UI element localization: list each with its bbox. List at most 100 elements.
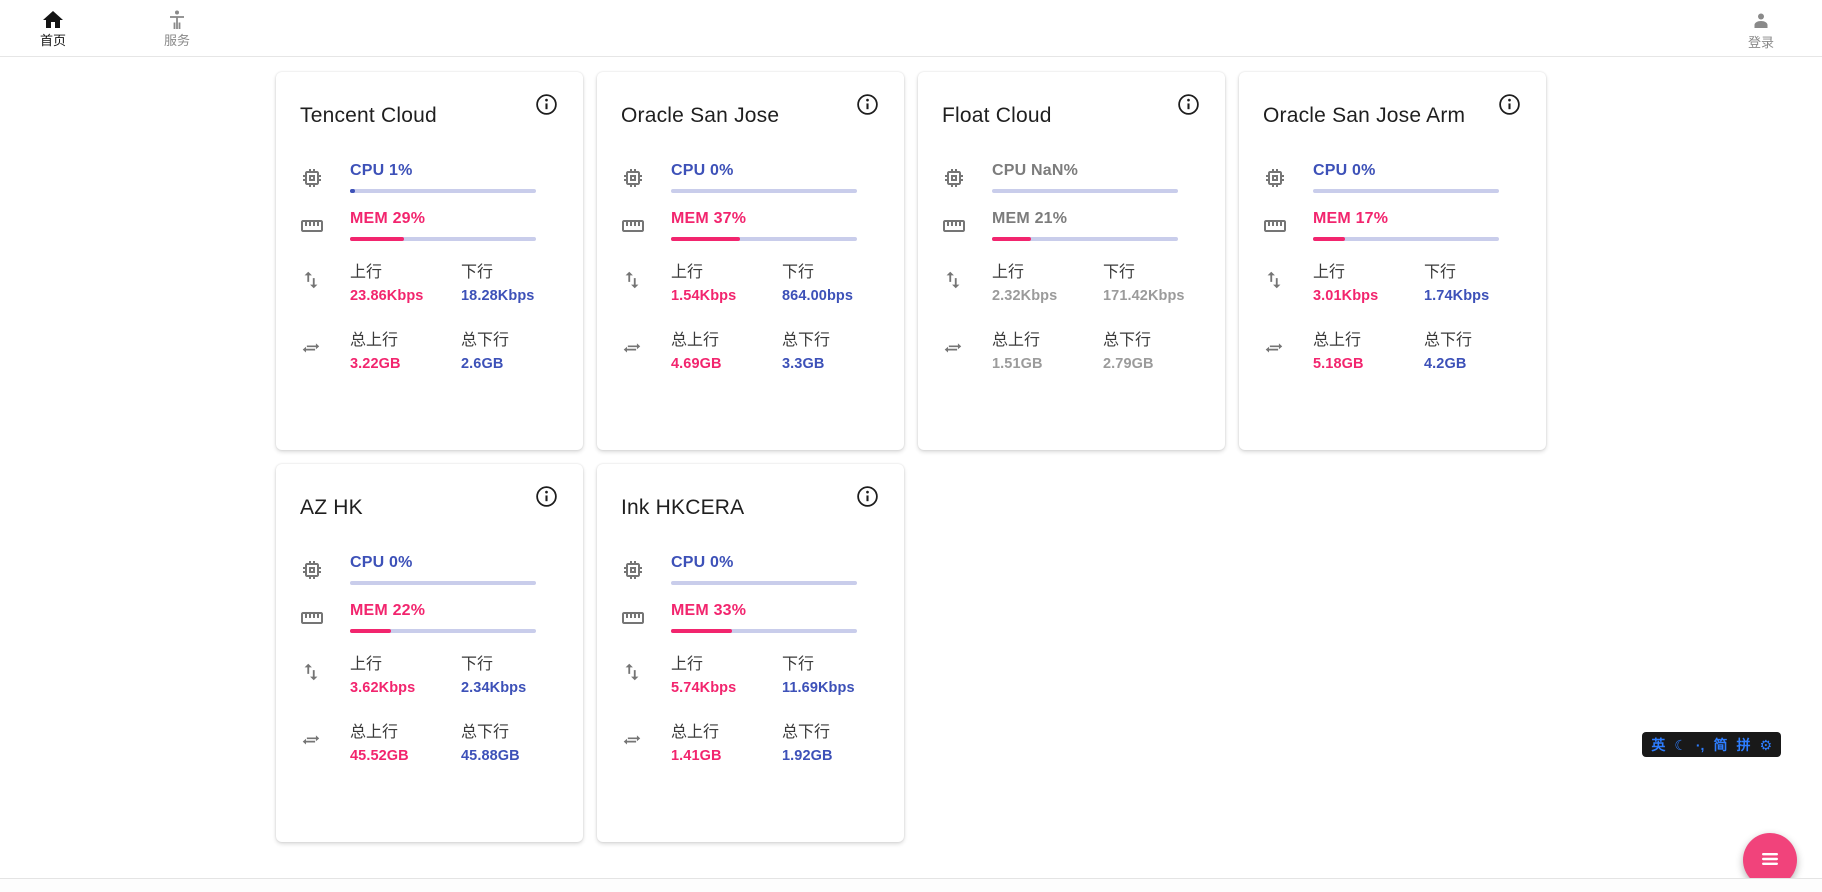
server-name: Oracle San Jose Arm xyxy=(1263,104,1465,128)
total-upload-label: 总上行 xyxy=(1313,326,1424,350)
total-upload-value: 1.41GB xyxy=(671,748,782,764)
traffic-total-row: 总上行 5.18GB 总下行 4.2GB xyxy=(1263,326,1522,372)
ime-pinyin-method[interactable]: 拼 xyxy=(1736,738,1750,752)
mem-row: MEM 22% xyxy=(300,602,559,633)
total-download-label: 总下行 xyxy=(461,718,559,742)
nav-item-services[interactable]: 服务 xyxy=(158,4,196,53)
total-download-label: 总下行 xyxy=(1424,326,1522,350)
download-speed-value: 2.34Kbps xyxy=(461,680,559,696)
info-icon[interactable] xyxy=(534,92,559,120)
server-name: Ink HKCERA xyxy=(621,496,744,520)
cpu-row: CPU 0% xyxy=(1263,162,1522,193)
info-icon[interactable] xyxy=(855,92,880,120)
traffic-total-row: 总上行 1.51GB 总下行 2.79GB xyxy=(942,326,1201,372)
mem-progress-fill xyxy=(350,237,404,241)
cpu-progress-track xyxy=(671,581,857,585)
cpu-row: CPU 0% xyxy=(621,554,880,585)
traffic-total-row: 总上行 3.22GB 总下行 2.6GB xyxy=(300,326,559,372)
cpu-usage-text: CPU 0% xyxy=(350,554,559,572)
ruler-memory-icon xyxy=(300,606,324,630)
nav-item-home[interactable]: 首页 xyxy=(34,4,72,53)
server-card: Tencent Cloud CPU 1% xyxy=(276,72,583,450)
cpu-usage-text: CPU NaN% xyxy=(992,162,1201,180)
cpu-progress-track xyxy=(671,189,857,193)
total-upload-label: 总上行 xyxy=(992,326,1103,350)
traffic-total-row: 总上行 4.69GB 总下行 3.3GB xyxy=(621,326,880,372)
mem-progress-fill xyxy=(992,237,1031,241)
info-icon[interactable] xyxy=(855,484,880,512)
total-upload-cell: 总上行 5.18GB xyxy=(1313,326,1424,372)
total-download-label: 总下行 xyxy=(782,326,880,350)
network-speed-row: 上行 1.54Kbps 下行 864.00bps xyxy=(621,258,880,304)
total-download-cell: 总下行 2.79GB xyxy=(1103,326,1201,372)
server-card: AZ HK CPU 0% xyxy=(276,464,583,842)
download-speed-cell: 下行 1.74Kbps xyxy=(1424,258,1522,304)
swap-horizontal-icon xyxy=(621,729,645,753)
mem-progress-fill xyxy=(671,629,732,633)
traffic-total-row: 总上行 45.52GB 总下行 45.88GB xyxy=(300,718,559,764)
network-speed-row: 上行 2.32Kbps 下行 171.42Kbps xyxy=(942,258,1201,304)
server-card: Oracle San Jose CPU 0% xyxy=(597,72,904,450)
nav-item-label: 服务 xyxy=(164,33,190,49)
upload-speed-cell: 上行 1.54Kbps xyxy=(671,258,782,304)
cpu-chip-icon xyxy=(942,166,966,190)
server-name: Oracle San Jose xyxy=(621,104,779,128)
card-stats: CPU 1% MEM 29% xyxy=(300,162,559,372)
swap-vertical-icon xyxy=(942,269,966,293)
ruler-memory-icon xyxy=(621,214,645,238)
card-header: Tencent Cloud xyxy=(300,90,559,128)
download-speed-value: 11.69Kbps xyxy=(782,680,880,696)
mem-usage-text: MEM 37% xyxy=(671,210,880,228)
mem-progress-fill xyxy=(350,629,391,633)
person-icon xyxy=(1749,10,1773,34)
total-download-label: 总下行 xyxy=(1103,326,1201,350)
nav-item-label: 登录 xyxy=(1748,35,1774,51)
card-stats: CPU 0% MEM 17% xyxy=(1263,162,1522,372)
mem-usage-text: MEM 22% xyxy=(350,602,559,620)
card-header: Oracle San Jose xyxy=(621,90,880,128)
upload-speed-value: 1.54Kbps xyxy=(671,288,782,304)
mem-progress-track xyxy=(350,629,536,633)
upload-speed-value: 23.86Kbps xyxy=(350,288,461,304)
nav-item-login[interactable]: 登录 xyxy=(1742,6,1780,55)
swap-horizontal-icon xyxy=(1263,337,1287,361)
total-upload-cell: 总上行 1.51GB xyxy=(992,326,1103,372)
cpu-chip-icon xyxy=(300,558,324,582)
info-icon[interactable] xyxy=(1176,92,1201,120)
mem-progress-track xyxy=(350,237,536,241)
cpu-chip-icon xyxy=(1263,166,1287,190)
mem-row: MEM 37% xyxy=(621,210,880,241)
ime-settings-gear-icon[interactable]: ⚙ xyxy=(1759,738,1772,752)
cpu-progress-track xyxy=(350,189,536,193)
total-upload-label: 总上行 xyxy=(350,718,461,742)
ime-language-english[interactable]: 英 xyxy=(1651,738,1665,752)
ruler-memory-icon xyxy=(621,606,645,630)
total-download-label: 总下行 xyxy=(461,326,559,350)
total-upload-cell: 总上行 3.22GB xyxy=(350,326,461,372)
ime-punctuation-toggle[interactable]: ·, xyxy=(1696,738,1705,752)
upload-speed-cell: 上行 2.32Kbps xyxy=(992,258,1103,304)
mem-progress-track xyxy=(1313,237,1499,241)
info-icon[interactable] xyxy=(1497,92,1522,120)
download-speed-cell: 下行 11.69Kbps xyxy=(782,650,880,696)
upload-label: 上行 xyxy=(671,650,782,674)
swap-vertical-icon xyxy=(300,661,324,685)
download-label: 下行 xyxy=(461,650,559,674)
ime-simplified-chinese[interactable]: 简 xyxy=(1713,738,1727,752)
home-icon xyxy=(41,8,65,32)
cpu-row: CPU 0% xyxy=(621,162,880,193)
cpu-usage-text: CPU 1% xyxy=(350,162,559,180)
cpu-row: CPU NaN% xyxy=(942,162,1201,193)
total-download-cell: 总下行 4.2GB xyxy=(1424,326,1522,372)
swap-horizontal-icon xyxy=(300,337,324,361)
mem-usage-text: MEM 33% xyxy=(671,602,880,620)
total-upload-value: 3.22GB xyxy=(350,356,461,372)
upload-speed-value: 2.32Kbps xyxy=(992,288,1103,304)
info-icon[interactable] xyxy=(534,484,559,512)
ime-fullwidth-moon-icon[interactable]: ☾ xyxy=(1674,738,1687,752)
total-upload-cell: 总上行 4.69GB xyxy=(671,326,782,372)
card-stats: CPU 0% MEM 37% xyxy=(621,162,880,372)
mem-row: MEM 17% xyxy=(1263,210,1522,241)
total-download-label: 总下行 xyxy=(782,718,880,742)
traffic-total-row: 总上行 1.41GB 总下行 1.92GB xyxy=(621,718,880,764)
